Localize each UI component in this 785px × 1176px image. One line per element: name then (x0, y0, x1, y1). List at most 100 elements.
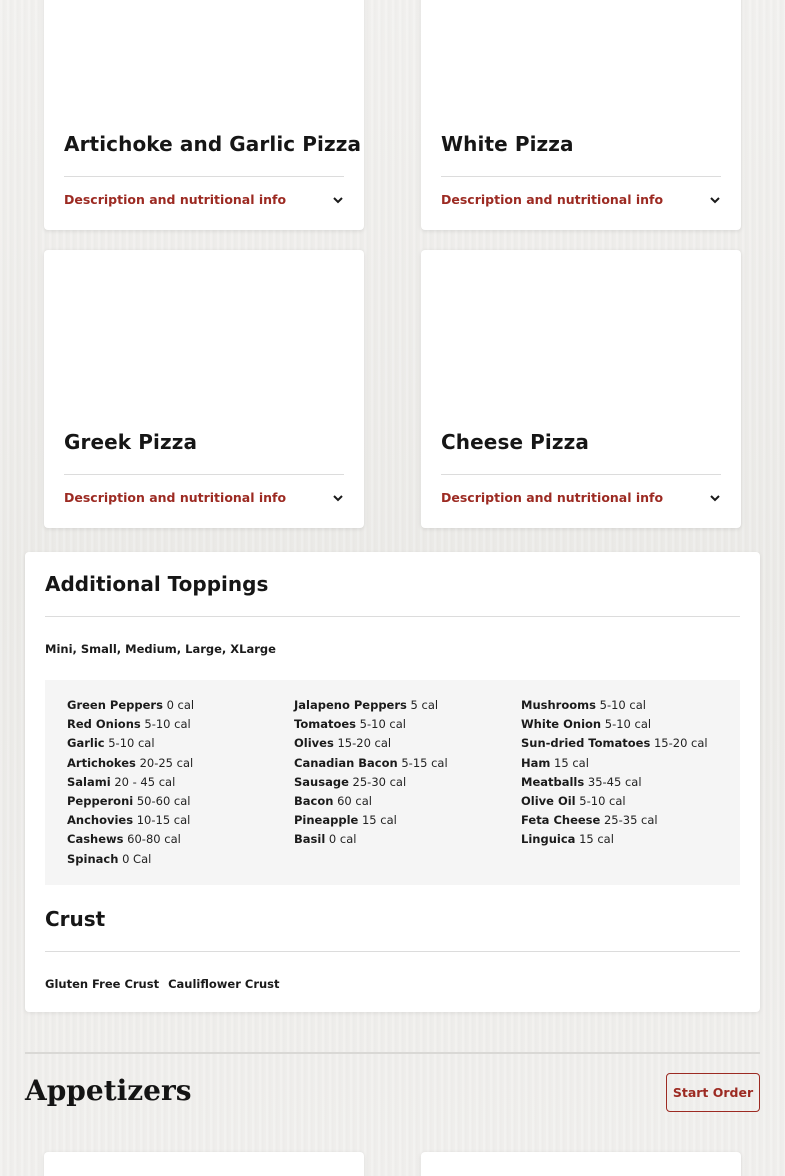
topping-name: Jalapeno Peppers (294, 698, 407, 712)
topping-calories: 5 cal (410, 698, 439, 712)
topping-name: Sun-dried Tomatoes (521, 736, 651, 751)
topping-name: Basil (294, 832, 326, 847)
menu-item-card (421, 1152, 741, 1176)
topping-calories: 15 cal (579, 832, 614, 847)
topping-item: Tomatoes 5-10 cal (294, 715, 448, 734)
chevron-down-icon (333, 494, 343, 501)
topping-item: Mushrooms 5-10 cal (521, 696, 708, 715)
description-toggle-label: Description and nutritional info (64, 192, 287, 207)
topping-calories: 20 - 45 cal (114, 774, 176, 789)
topping-name: Meatballs (521, 774, 585, 789)
topping-calories: 50-60 cal (136, 793, 191, 808)
divider (441, 474, 721, 475)
topping-calories: 20-25 cal (139, 755, 194, 770)
topping-item: Spinach 0 Cal (67, 850, 194, 869)
divider (64, 176, 344, 177)
topping-item: Canadian Bacon 5-15 cal (294, 754, 448, 773)
crust-heading: Crust (45, 907, 106, 931)
crust-option: Cauliflower Crust (168, 977, 280, 991)
topping-calories: 5-15 cal (401, 755, 448, 770)
topping-calories: 25-30 cal (352, 774, 407, 789)
topping-item: Meatballs 35-45 cal (521, 773, 708, 792)
chevron-down-icon (710, 494, 720, 501)
crust-options: Gluten Free Crust Cauliflower Crust (45, 977, 280, 991)
crust-option: Gluten Free Crust (45, 977, 160, 991)
topping-name: Anchovies (67, 813, 134, 828)
description-toggle-label: Description and nutritional info (441, 490, 664, 505)
topping-calories: 0 Cal (122, 851, 152, 866)
topping-item: Salami 20 - 45 cal (67, 773, 194, 792)
topping-name: Pineapple (294, 813, 359, 828)
toppings-list: Green Peppers 0 cal Red Onions 5-10 cal Ga… (45, 680, 740, 885)
topping-name: Artichokes (67, 755, 136, 770)
topping-item: Green Peppers 0 cal (67, 696, 194, 715)
topping-name: Cashews (67, 832, 124, 847)
chevron-down-icon (333, 196, 343, 203)
topping-item: Jalapeno Peppers 5 cal (294, 696, 448, 715)
divider (64, 474, 344, 475)
description-toggle[interactable]: Description and nutritional info (441, 490, 721, 505)
topping-item: White Onion 5-10 cal (521, 715, 708, 734)
topping-name: Linguica (521, 832, 576, 847)
section-divider (25, 1052, 760, 1054)
topping-item: Garlic 5-10 cal (67, 734, 194, 753)
topping-name: Sausage (294, 774, 349, 789)
topping-name: White Onion (521, 717, 602, 732)
section-title: Appetizers (25, 1074, 192, 1107)
topping-name: Tomatoes (294, 717, 357, 732)
menu-item-card: Greek Pizza Description and nutritional … (44, 250, 364, 528)
topping-item: Red Onions 5-10 cal (67, 715, 194, 734)
topping-calories: 15 cal (361, 813, 397, 828)
topping-item: Ham 15 cal (521, 754, 708, 773)
start-order-button[interactable]: Start Order (666, 1073, 760, 1112)
topping-item: Pineapple 15 cal (294, 811, 448, 830)
options-panel: Additional Toppings Mini, Small, Medium,… (25, 552, 760, 1012)
menu-item-title: White Pizza (441, 132, 574, 156)
topping-item: Feta Cheese 25-35 cal (521, 811, 708, 830)
topping-name: Green Peppers (67, 698, 163, 712)
topping-item: Olives 15-20 cal (294, 734, 448, 753)
size-list: Mini, Small, Medium, Large, XLarge (45, 642, 276, 656)
menu-item-card: Artichoke and Garlic Pizza Description a… (44, 0, 364, 230)
topping-item: Basil 0 cal (294, 830, 448, 849)
toppings-column: Jalapeno Peppers 5 cal Tomatoes 5-10 cal O… (294, 696, 448, 850)
topping-calories: 5-10 cal (144, 717, 191, 732)
topping-name: Pepperoni (67, 793, 134, 808)
description-toggle[interactable]: Description and nutritional info (441, 192, 721, 207)
topping-calories: 5-10 cal (108, 736, 155, 751)
topping-calories: 10-15 cal (136, 813, 191, 828)
topping-calories: 15-20 cal (653, 736, 708, 751)
divider (45, 616, 740, 617)
topping-calories: 60-80 cal (127, 832, 181, 847)
topping-calories: 0 cal (166, 698, 195, 712)
menu-item-card: Cheese Pizza Description and nutritional… (421, 250, 741, 528)
menu-item-card: White Pizza Description and nutritional … (421, 0, 741, 230)
topping-name: Feta Cheese (521, 813, 601, 828)
description-toggle-label: Description and nutritional info (441, 192, 664, 207)
topping-calories: 5-10 cal (599, 698, 646, 712)
description-toggle[interactable]: Description and nutritional info (64, 490, 344, 505)
topping-calories: 0 cal (328, 832, 357, 847)
topping-calories: 60 cal (337, 793, 372, 808)
topping-name: Olive Oil (521, 793, 576, 808)
topping-item: Anchovies 10-15 cal (67, 811, 194, 830)
topping-calories: 5-10 cal (359, 717, 406, 732)
topping-item: Sun-dried Tomatoes 15-20 cal (521, 734, 708, 753)
topping-name: Ham (521, 755, 551, 770)
topping-item: Pepperoni 50-60 cal (67, 792, 194, 811)
description-toggle[interactable]: Description and nutritional info (64, 192, 344, 207)
topping-calories: 35-45 cal (587, 774, 642, 789)
menu-item-title: Greek Pizza (64, 430, 198, 454)
divider (441, 176, 721, 177)
menu-item-title: Artichoke and Garlic Pizza (64, 132, 362, 156)
description-toggle-label: Description and nutritional info (64, 490, 287, 505)
topping-item: Linguica 15 cal (521, 830, 708, 849)
topping-calories: 15 cal (554, 755, 589, 770)
topping-calories: 25-35 cal (603, 813, 658, 828)
topping-name: Olives (294, 736, 334, 751)
topping-item: Sausage 25-30 cal (294, 773, 448, 792)
topping-name: Bacon (294, 793, 334, 808)
menu-item-card (44, 1152, 364, 1176)
toppings-heading: Additional Toppings (45, 572, 269, 596)
topping-calories: 5-10 cal (604, 717, 652, 732)
